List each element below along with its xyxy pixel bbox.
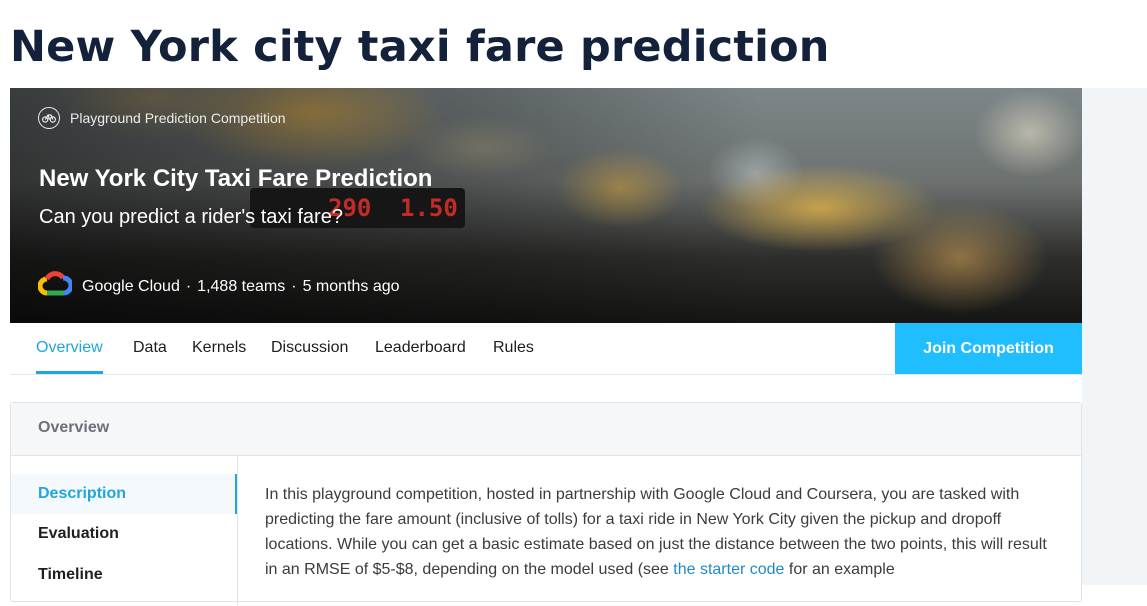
tab-data[interactable]: Data (133, 323, 167, 374)
tab-kernels[interactable]: Kernels (192, 323, 246, 374)
meta-separator: · (185, 277, 192, 295)
description-text-part: In this playground competition, hosted i… (265, 486, 1047, 578)
competition-tabs: Overview Data Kernels Discussion Leaderb… (10, 323, 1082, 375)
competition-title: New York City Taxi Fare Prediction (39, 165, 433, 192)
overview-panel-header: Overview (11, 403, 1081, 456)
competition-type-badge: Playground Prediction Competition (38, 107, 286, 129)
competition-type-label: Playground Prediction Competition (70, 110, 286, 126)
team-count: 1,488 teams (197, 277, 286, 295)
overview-sidebar: Description Evaluation Timeline (11, 456, 238, 606)
meta-separator: · (291, 277, 297, 295)
starter-code-link[interactable]: the starter code (673, 561, 784, 578)
description-text: In this playground competition, hosted i… (265, 482, 1055, 582)
sidebar-item-description[interactable]: Description (11, 474, 237, 514)
join-competition-button[interactable]: Join Competition (895, 323, 1082, 374)
tab-overview[interactable]: Overview (36, 323, 103, 374)
competition-subtitle: Can you predict a rider's taxi fare? (39, 206, 343, 228)
tab-leaderboard[interactable]: Leaderboard (375, 323, 466, 374)
google-cloud-logo-icon (37, 271, 74, 302)
bicycle-icon (38, 107, 60, 129)
competition-banner: 290 1.50 Playground Prediction Competiti… (10, 88, 1082, 323)
tab-discussion[interactable]: Discussion (271, 323, 348, 374)
sidebar-item-evaluation[interactable]: Evaluation (11, 514, 237, 554)
tab-rules[interactable]: Rules (493, 323, 534, 374)
page-title: New York city taxi fare prediction (10, 22, 830, 72)
sidebar-item-timeline[interactable]: Timeline (11, 555, 237, 595)
host-name[interactable]: Google Cloud (82, 278, 180, 296)
overview-panel: Overview Description Evaluation Timeline… (10, 402, 1082, 606)
description-text-part: for an example (784, 561, 895, 578)
competition-meta: Google Cloud · 1,488 teams · 5 months ag… (37, 271, 400, 302)
right-background-strip (1082, 88, 1147, 585)
competition-age: 5 months ago (302, 277, 400, 295)
